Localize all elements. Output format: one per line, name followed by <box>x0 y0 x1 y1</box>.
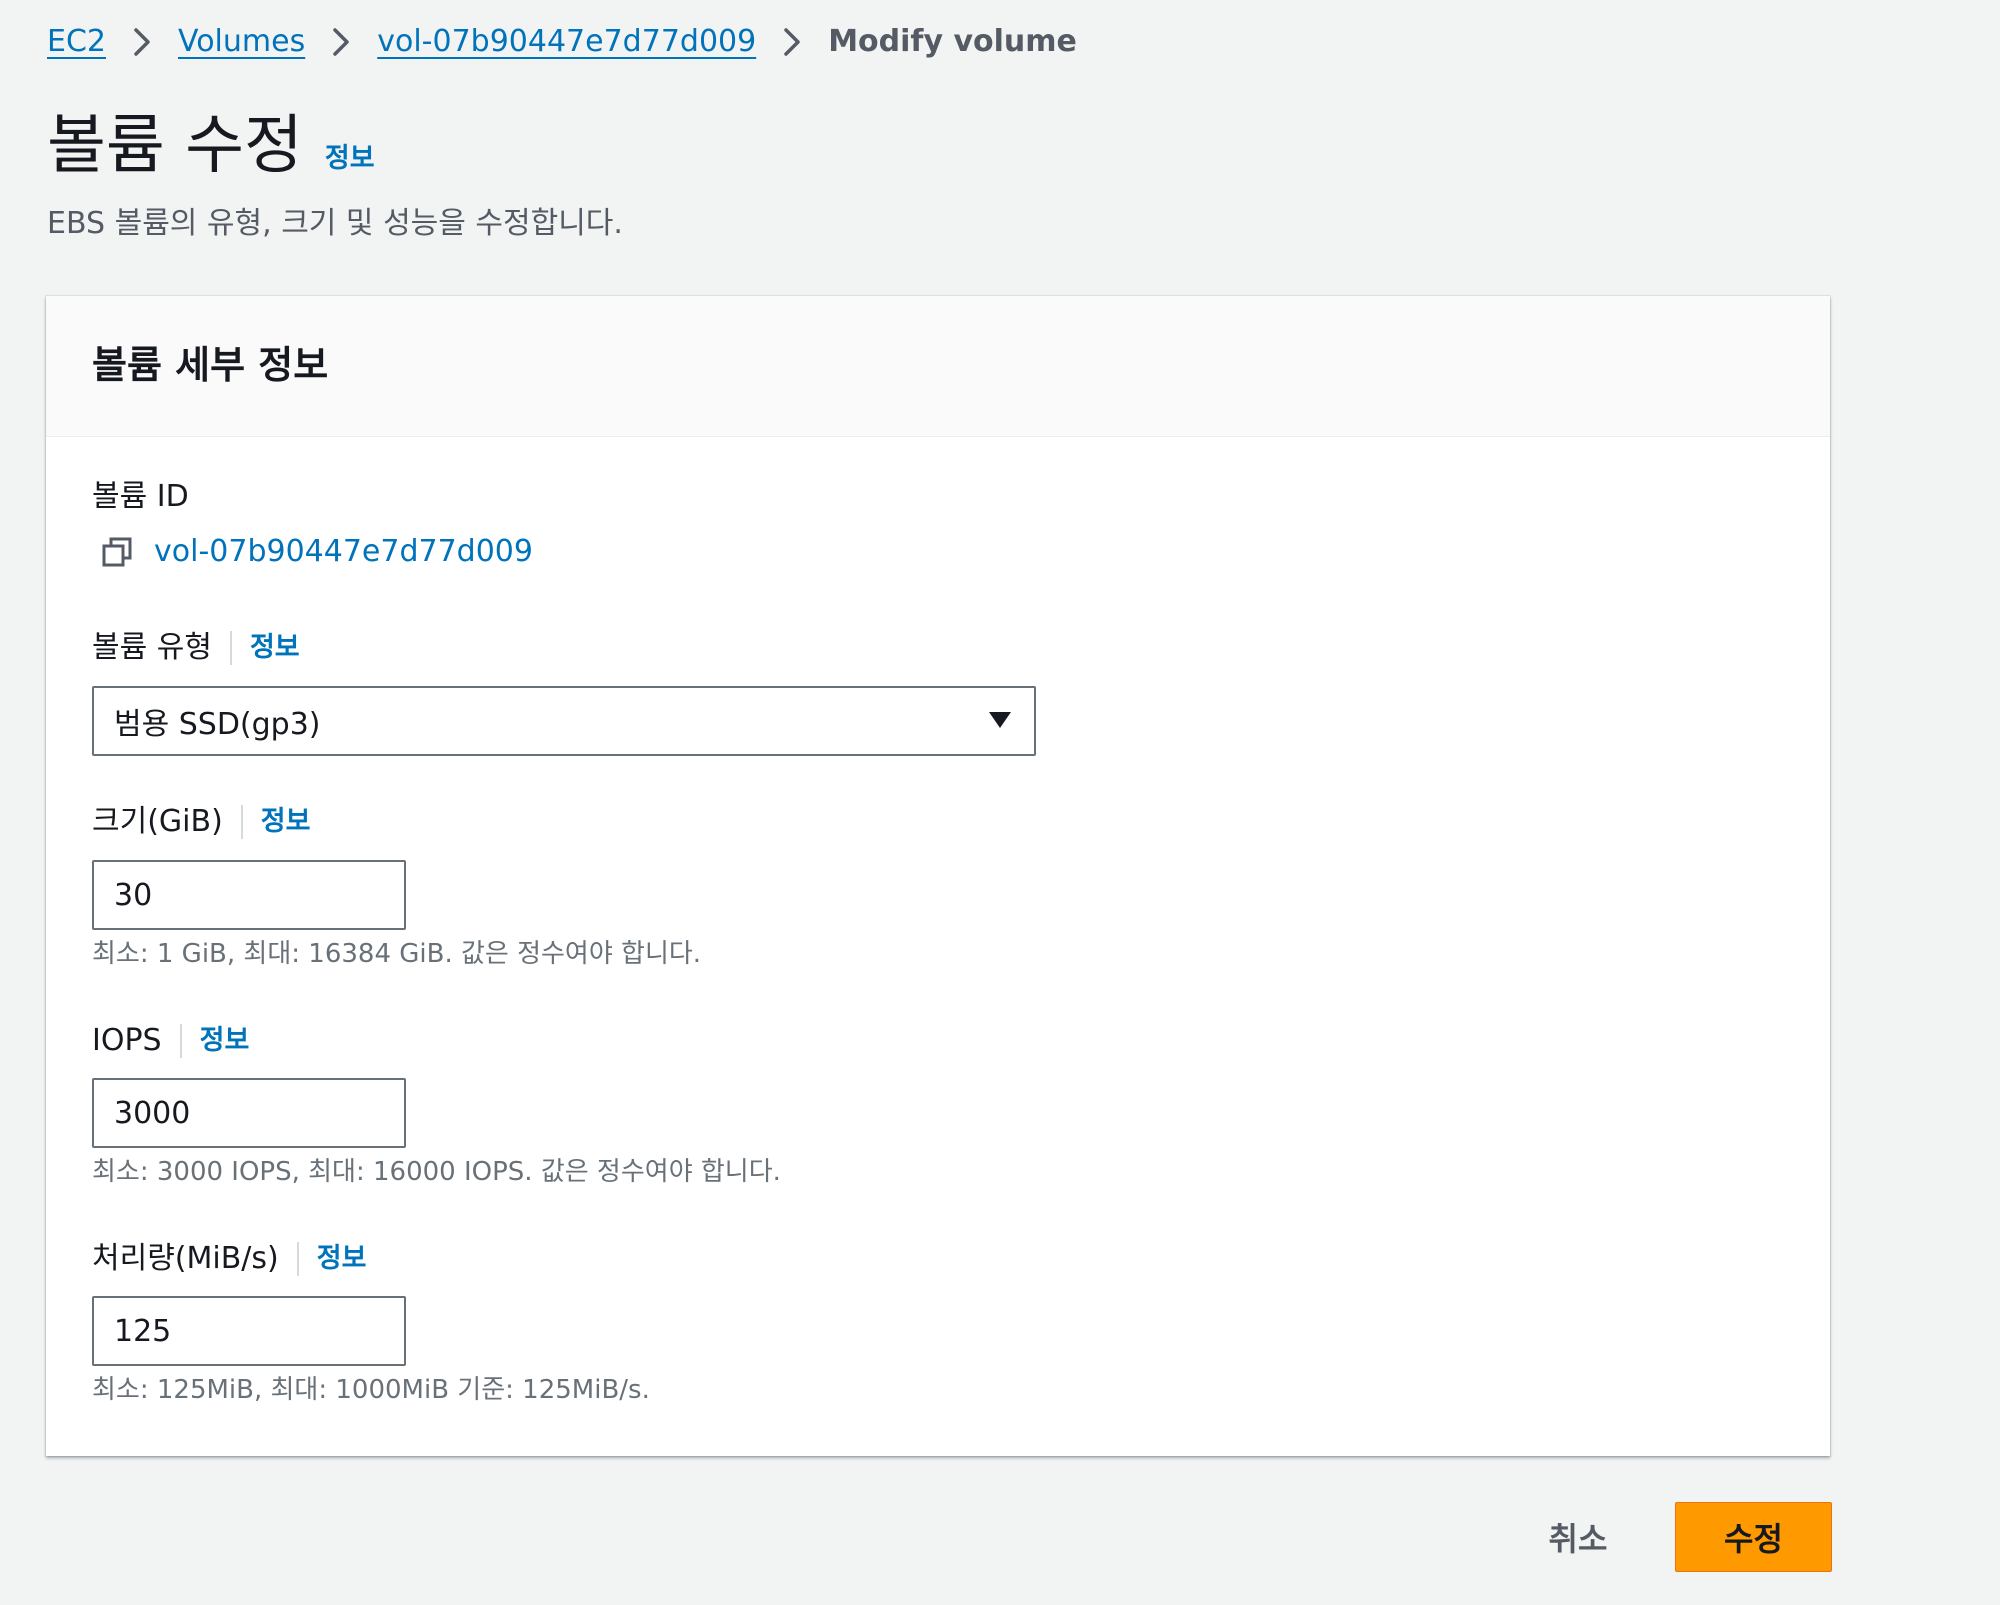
size-label: 크기(GiB) <box>92 804 223 839</box>
volume-id-label-row: 볼륨 ID <box>92 477 189 517</box>
panel-header: 볼륨 세부 정보 <box>46 296 1830 437</box>
breadcrumb-current: Modify volume <box>828 24 1077 59</box>
copy-icon[interactable] <box>100 535 134 569</box>
volume-type-info-link[interactable]: 정보 <box>250 628 300 668</box>
modify-button[interactable]: 수정 <box>1675 1502 1832 1572</box>
volume-type-selected-value: 범용 SSD(gp3) <box>114 707 321 742</box>
iops-label-row: IOPS 정보 <box>92 1021 249 1061</box>
size-constraint: 최소: 1 GiB, 최대: 16384 GiB. 값은 정수여야 합니다. <box>92 939 702 969</box>
iops-input[interactable] <box>92 1078 406 1148</box>
volume-id-label: 볼륨 ID <box>92 479 189 514</box>
page-description: EBS 볼륨의 유형, 크기 및 성능을 수정합니다. <box>47 206 623 241</box>
volume-details-panel: 볼륨 세부 정보 볼륨 ID vol-07b90447e7d77d009 볼륨 … <box>46 296 1830 1456</box>
size-label-row: 크기(GiB) 정보 <box>92 802 310 842</box>
iops-constraint: 최소: 3000 IOPS, 최대: 16000 IOPS. 값은 정수여야 합… <box>92 1157 781 1187</box>
breadcrumb-ec2[interactable]: EC2 <box>47 22 106 62</box>
size-input[interactable] <box>92 860 406 930</box>
size-info-link[interactable]: 정보 <box>261 802 311 842</box>
throughput-constraint: 최소: 125MiB, 최대: 1000MiB 기준: 125MiB/s. <box>92 1375 650 1405</box>
page-header: 볼륨 수정 정보 <box>47 104 375 188</box>
label-divider <box>229 631 232 665</box>
throughput-input[interactable] <box>92 1296 406 1366</box>
volume-id-link[interactable]: vol-07b90447e7d77d009 <box>154 534 533 569</box>
breadcrumb-volume-id[interactable]: vol-07b90447e7d77d009 <box>377 22 756 62</box>
page-info-link[interactable]: 정보 <box>325 136 375 175</box>
throughput-info-link[interactable]: 정보 <box>317 1239 367 1279</box>
panel-title: 볼륨 세부 정보 <box>92 342 329 387</box>
label-divider <box>240 805 243 839</box>
label-divider <box>179 1024 182 1058</box>
breadcrumb: EC2 Volumes vol-07b90447e7d77d009 Modify… <box>47 22 1077 62</box>
volume-id-row: vol-07b90447e7d77d009 <box>100 534 533 569</box>
chevron-right-icon <box>305 25 377 59</box>
breadcrumb-volumes[interactable]: Volumes <box>178 22 305 62</box>
iops-info-link[interactable]: 정보 <box>200 1021 250 1061</box>
cancel-button[interactable]: 취소 <box>1530 1502 1626 1572</box>
iops-label: IOPS <box>92 1023 162 1058</box>
chevron-right-icon <box>756 25 828 59</box>
throughput-label: 처리량(MiB/s) <box>92 1241 279 1276</box>
volume-type-label-row: 볼륨 유형 정보 <box>92 628 300 668</box>
throughput-label-row: 처리량(MiB/s) 정보 <box>92 1239 366 1279</box>
volume-type-label: 볼륨 유형 <box>92 630 212 665</box>
label-divider <box>296 1242 299 1276</box>
page-title: 볼륨 수정 <box>47 109 303 183</box>
caret-down-icon <box>989 712 1011 728</box>
chevron-right-icon <box>106 25 178 59</box>
volume-type-select[interactable]: 범용 SSD(gp3) <box>92 686 1036 756</box>
